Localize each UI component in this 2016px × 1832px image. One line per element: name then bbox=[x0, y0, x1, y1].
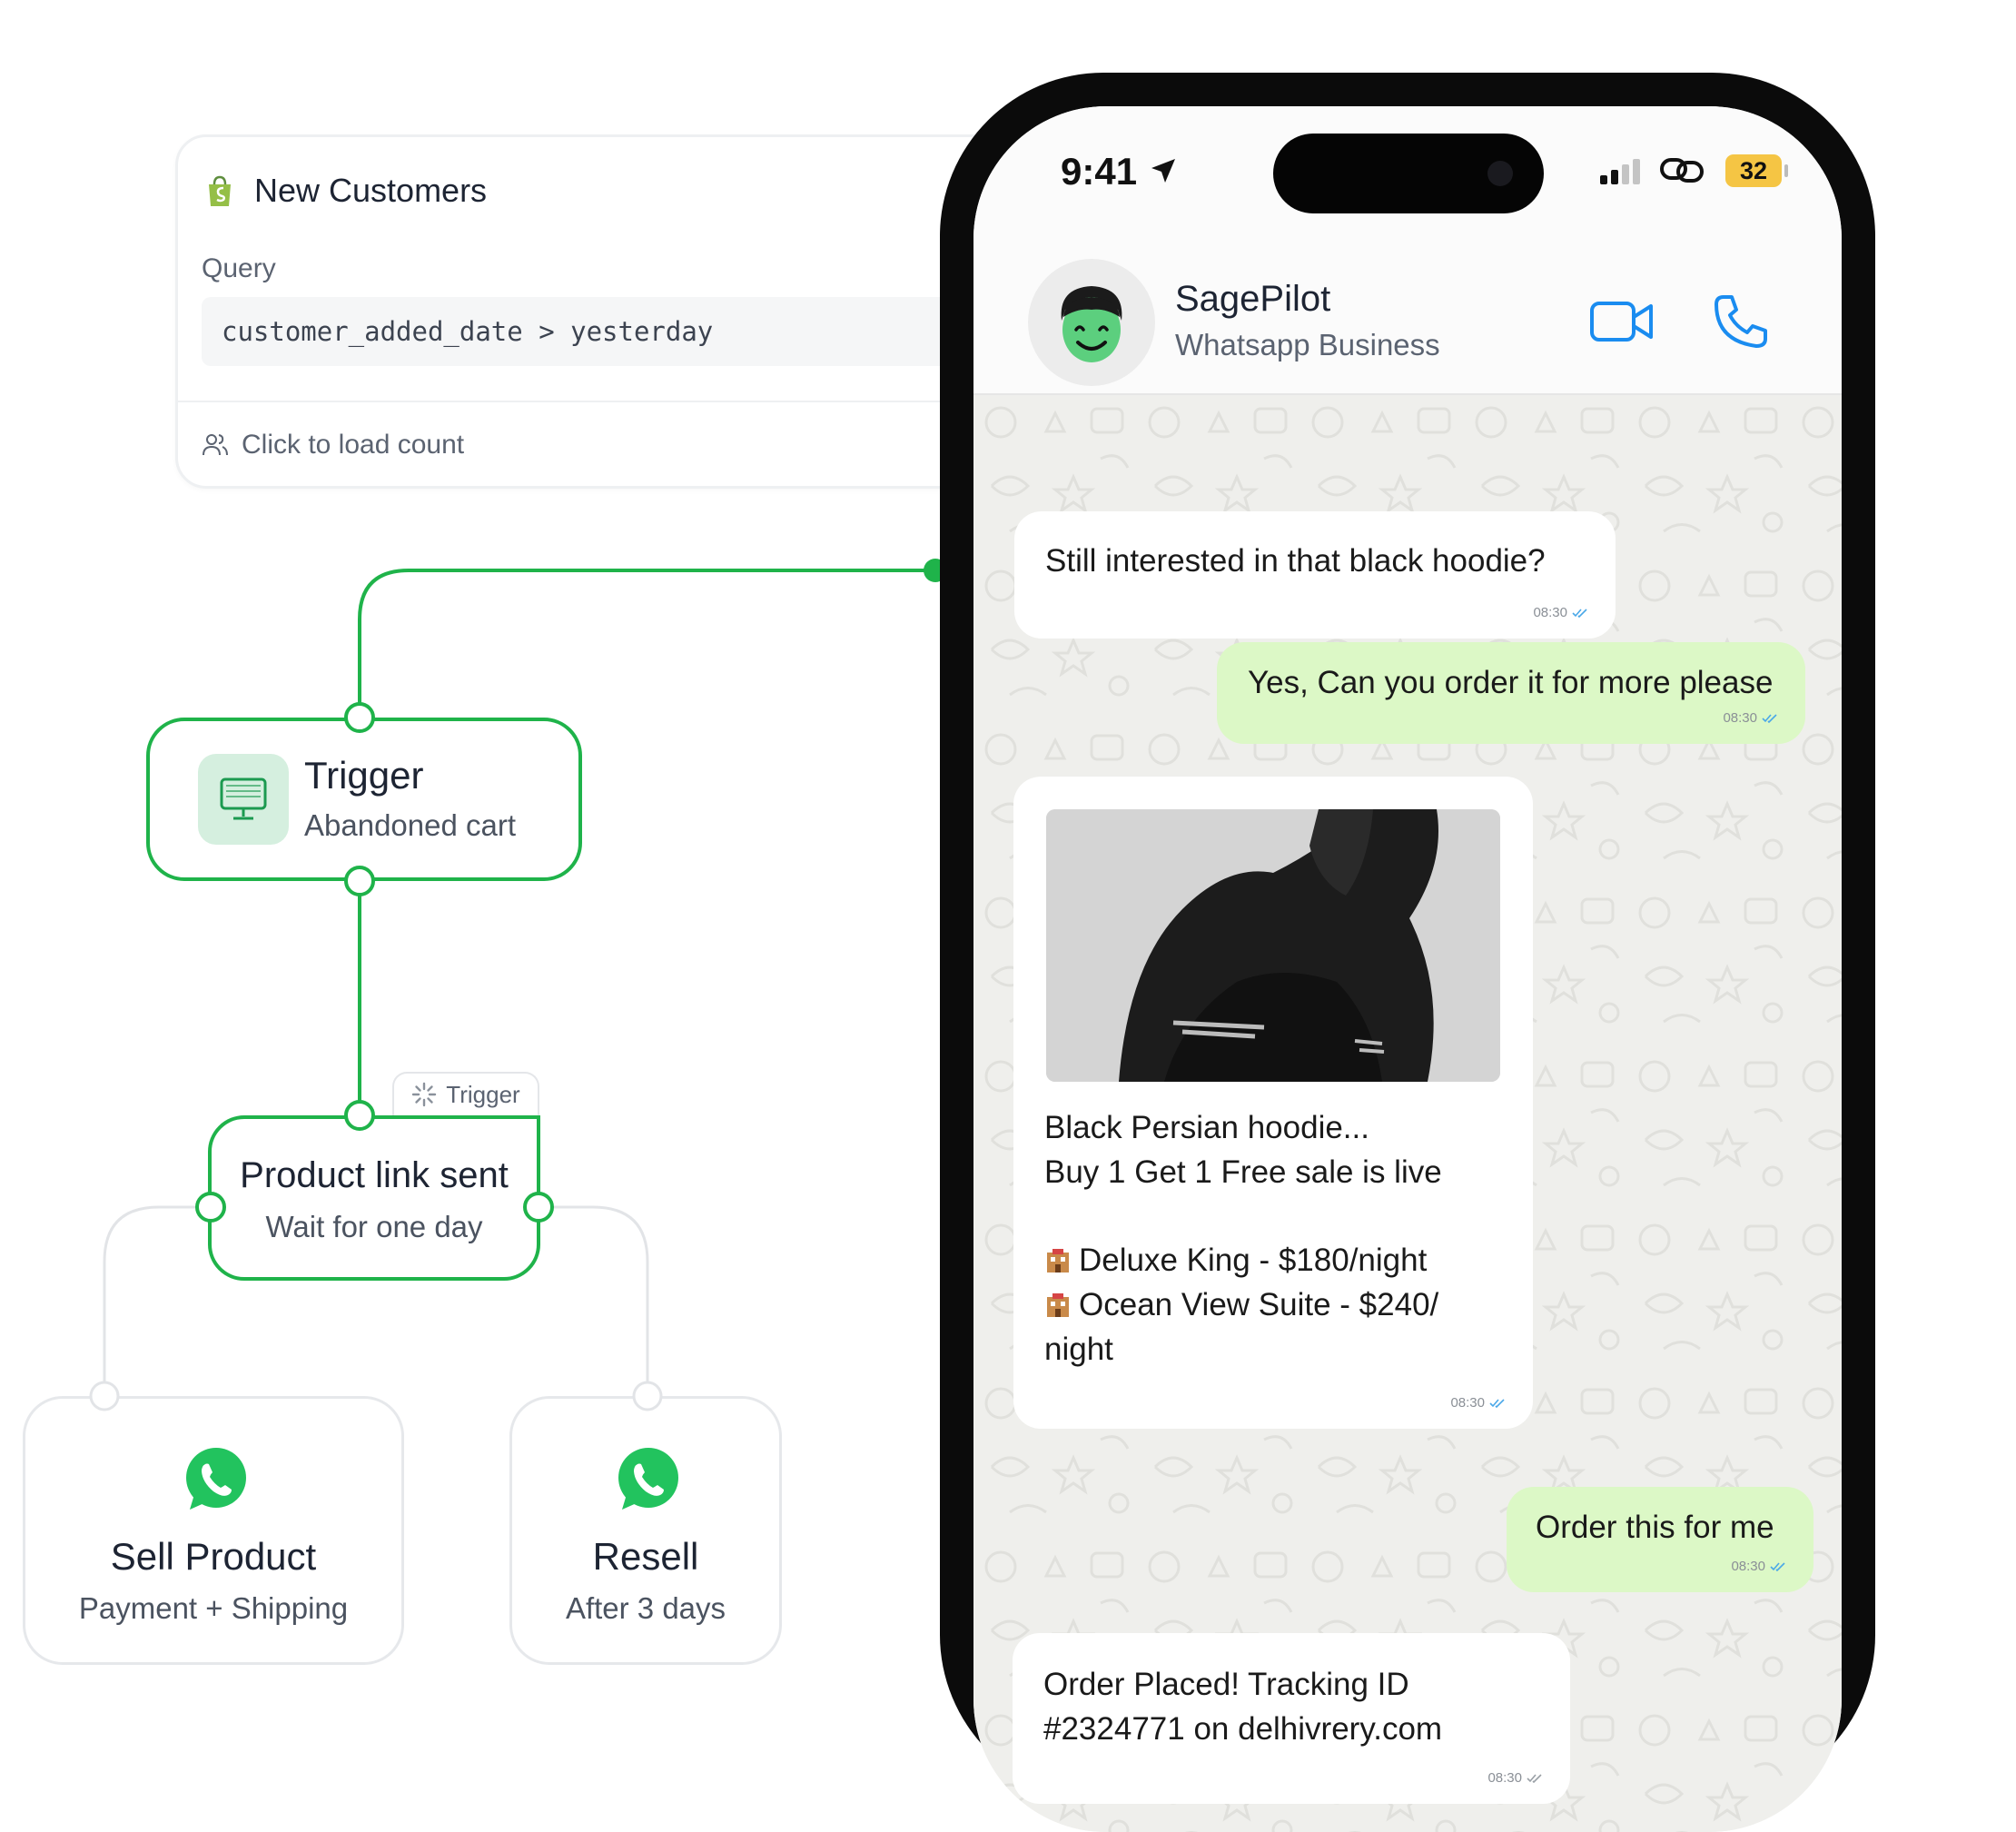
double-check-icon bbox=[1489, 1398, 1505, 1408]
voice-call-icon[interactable] bbox=[1713, 293, 1769, 350]
message-text: Deluxe King - $180/night bbox=[1044, 1238, 1427, 1282]
double-check-icon bbox=[1527, 1773, 1542, 1783]
hoodie-product-image[interactable] bbox=[1046, 809, 1500, 1082]
battery-nub bbox=[1784, 164, 1788, 177]
hotel-icon bbox=[1047, 1249, 1069, 1272]
link-icon bbox=[1660, 158, 1704, 183]
status-bar: 9:41 32 bbox=[973, 106, 1842, 241]
message-text: Order this for me bbox=[1536, 1510, 1774, 1545]
contact-name: SagePilot bbox=[1175, 279, 1331, 319]
double-check-icon bbox=[1762, 713, 1777, 723]
message-meta: 08:30 bbox=[1723, 710, 1778, 726]
status-time: 9:41 bbox=[1061, 150, 1138, 193]
battery-indicator: 32 bbox=[1725, 154, 1782, 187]
dynamic-island bbox=[1273, 134, 1544, 213]
room-option-label: Ocean View Suite - $240/ night bbox=[1044, 1287, 1439, 1367]
signal-icon bbox=[1600, 159, 1640, 184]
message-text: #2324771 on delhivrery.com bbox=[1043, 1711, 1443, 1747]
location-arrow-icon bbox=[1151, 159, 1175, 183]
message-meta: 08:30 bbox=[1533, 605, 1588, 620]
message-meta: 08:30 bbox=[1731, 1559, 1786, 1574]
message-text: Still interested in that black hoodie? bbox=[1045, 543, 1546, 579]
message-time: 08:30 bbox=[1450, 1395, 1485, 1411]
message-time: 08:30 bbox=[1533, 605, 1567, 620]
hotel-icon bbox=[1047, 1293, 1069, 1317]
phone-frame: 9:41 32 SagePilot Whatsapp Business Stil… bbox=[940, 73, 1875, 1832]
message-text: Order Placed! Tracking ID bbox=[1043, 1667, 1409, 1702]
message-bubble: Order Placed! Tracking ID #2324771 on de… bbox=[1013, 1633, 1570, 1804]
avatar-face-icon bbox=[1061, 286, 1122, 362]
message-bubble: Still interested in that black hoodie? 0… bbox=[1014, 511, 1616, 639]
phone-screen: 9:41 32 SagePilot Whatsapp Business Stil… bbox=[973, 106, 1842, 1832]
message-time: 08:30 bbox=[1487, 1770, 1522, 1786]
chat-header: SagePilot Whatsapp Business bbox=[973, 241, 1842, 395]
message-text: Ocean View Suite - $240/ night bbox=[1044, 1282, 1498, 1372]
message-time: 08:30 bbox=[1723, 710, 1757, 726]
contact-subtitle: Whatsapp Business bbox=[1175, 328, 1440, 361]
product-message-bubble: Black Persian hoodie... Buy 1 Get 1 Free… bbox=[1013, 777, 1533, 1429]
double-check-icon bbox=[1770, 1561, 1785, 1571]
message-text: Black Persian hoodie... bbox=[1044, 1110, 1369, 1145]
message-text: Yes, Can you order it for more please bbox=[1248, 665, 1774, 700]
chat-area[interactable]: Still interested in that black hoodie? 0… bbox=[973, 395, 1842, 1832]
message-meta: 08:30 bbox=[1450, 1395, 1506, 1411]
room-option-label: Deluxe King - $180/night bbox=[1079, 1243, 1428, 1278]
message-bubble: Yes, Can you order it for more please 08… bbox=[1217, 642, 1805, 744]
video-call-icon[interactable] bbox=[1589, 299, 1655, 344]
message-bubble: Order this for me 08:30 bbox=[1507, 1487, 1813, 1592]
double-check-icon bbox=[1572, 608, 1587, 618]
contact-avatar[interactable] bbox=[1028, 259, 1155, 386]
message-time: 08:30 bbox=[1731, 1559, 1765, 1574]
message-meta: 08:30 bbox=[1487, 1770, 1543, 1786]
message-text: Buy 1 Get 1 Free sale is live bbox=[1044, 1154, 1442, 1190]
